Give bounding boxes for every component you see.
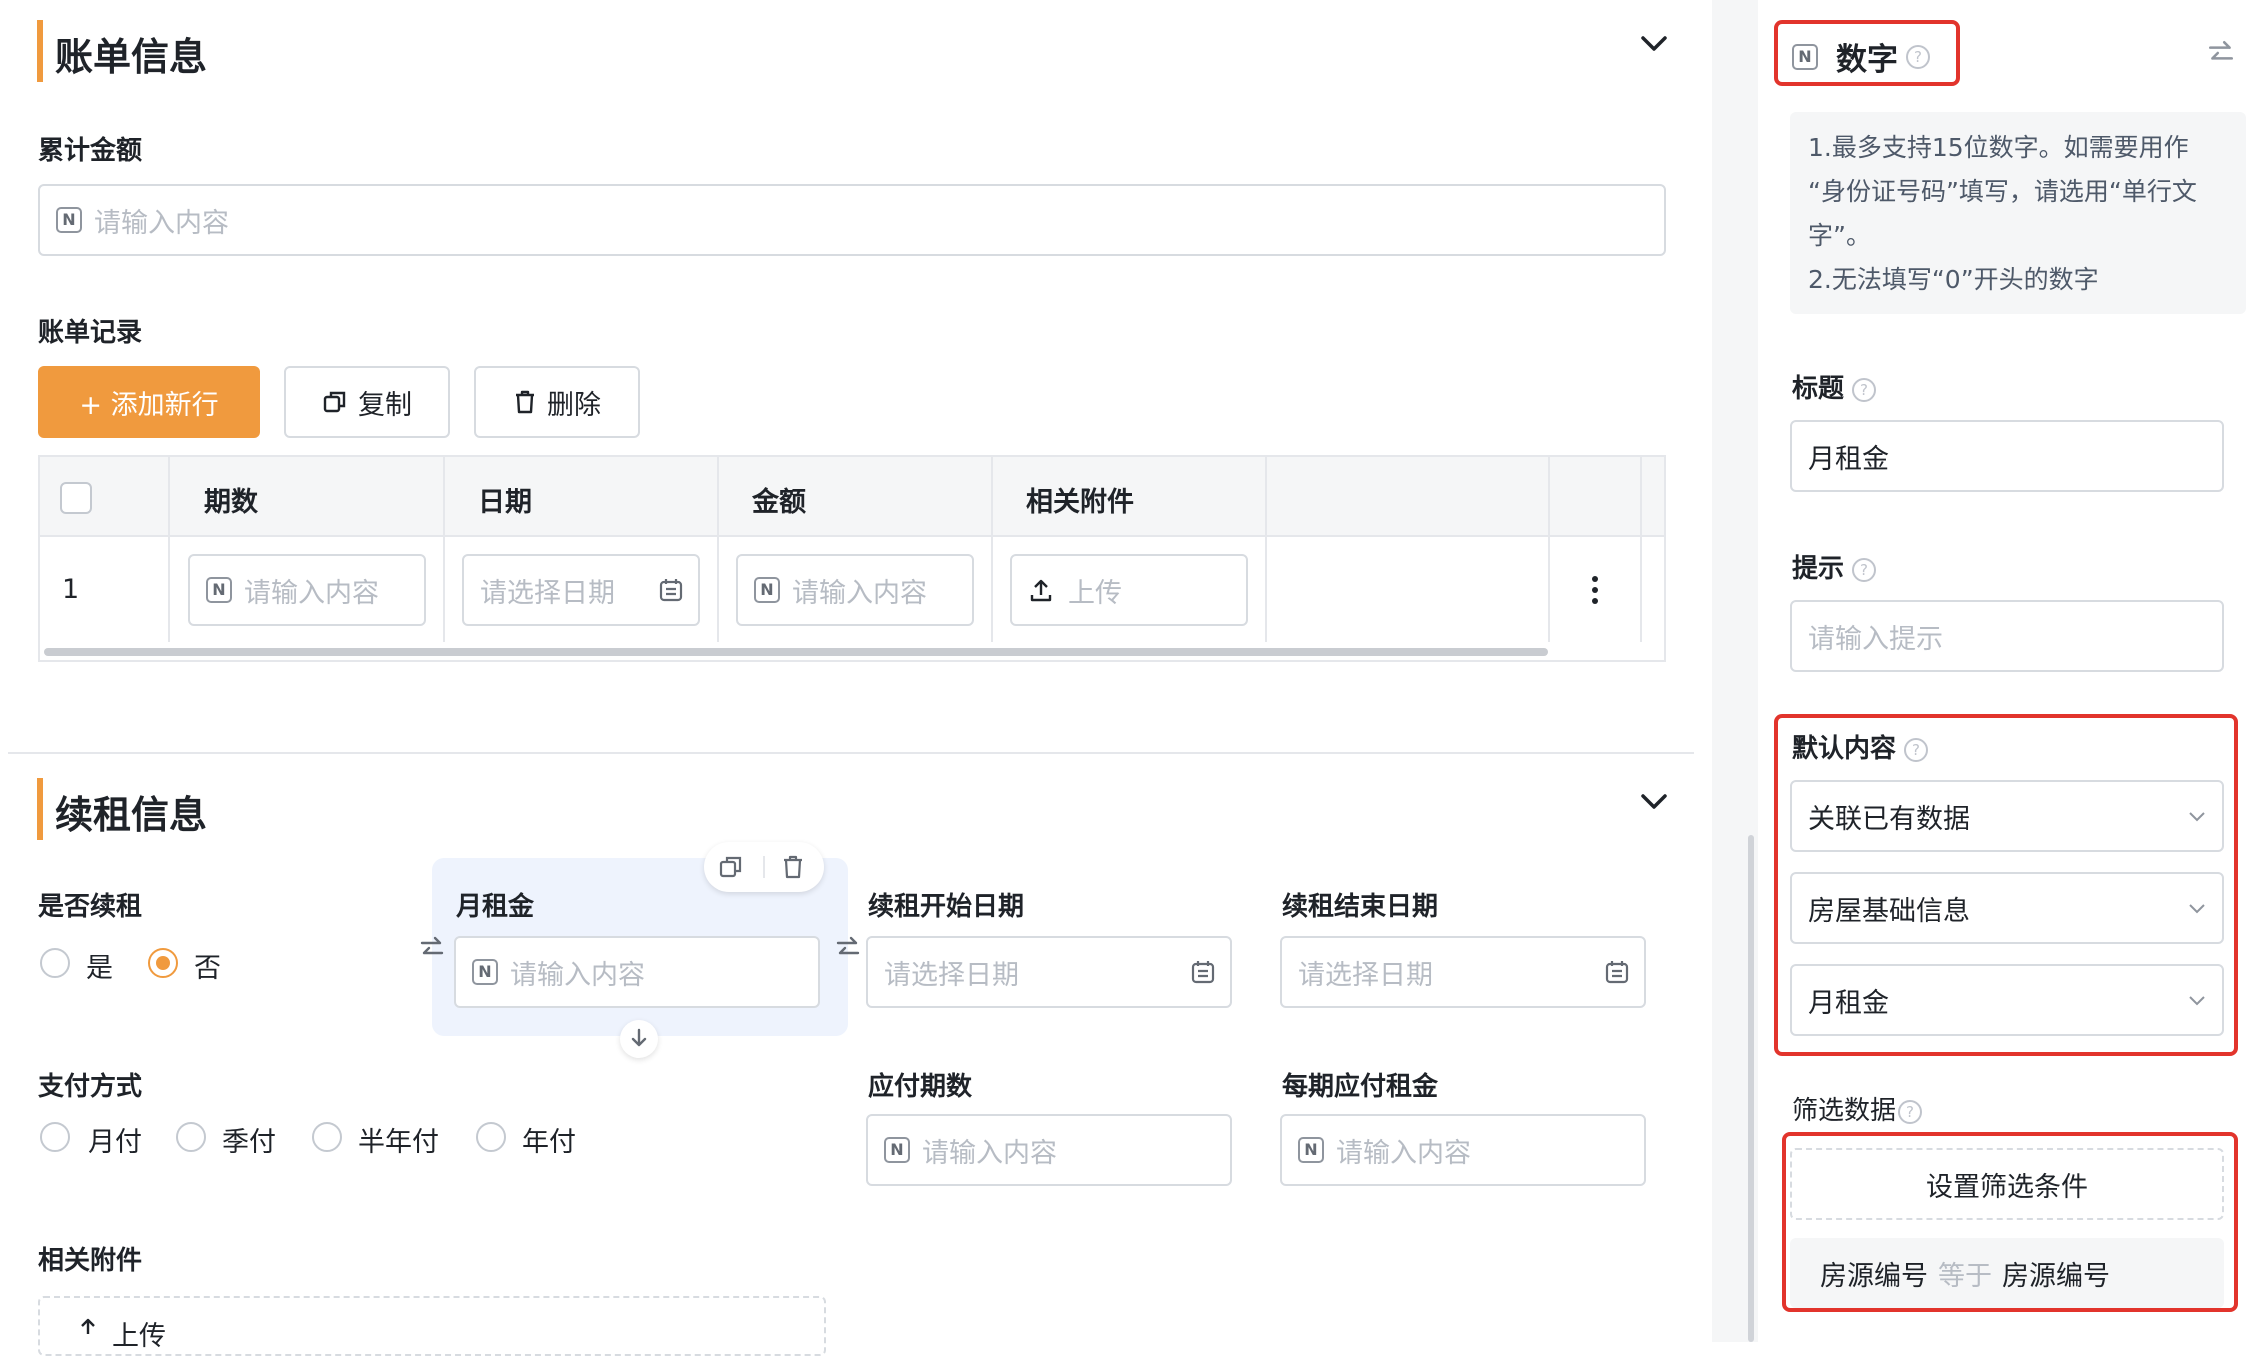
pay-yearly-radio[interactable] (476, 1122, 506, 1152)
pay-quarterly-radio[interactable] (176, 1122, 206, 1152)
renewal-section-title: 续租信息 (55, 793, 208, 837)
number-icon: N (472, 959, 498, 985)
arrow-down-icon (631, 1028, 647, 1047)
set-filter-button[interactable]: 设置筛选条件 (1790, 1148, 2224, 1220)
number-icon: N (754, 577, 780, 603)
row-amount-input[interactable]: N 请输入内容 (736, 554, 974, 626)
header-periods: 期数 (204, 487, 258, 518)
number-icon: N (884, 1137, 910, 1163)
default-form-select[interactable]: 房屋基础信息 (1790, 872, 2224, 944)
number-icon: N (206, 577, 232, 603)
swap-right-icon[interactable] (834, 934, 862, 962)
pay-halfyear-radio[interactable] (312, 1122, 342, 1152)
calendar-icon (1191, 961, 1215, 984)
header-amount: 金额 (752, 487, 806, 518)
payment-method-label: 支付方式 (38, 1072, 143, 1102)
calendar-icon (1605, 961, 1629, 984)
pay-yearly-label: 年付 (522, 1127, 576, 1158)
swap-left-icon[interactable] (418, 934, 446, 962)
default-field-select[interactable]: 月租金 (1790, 964, 2224, 1036)
copy-icon (323, 391, 346, 413)
header-date: 日期 (478, 487, 532, 518)
field-type-header: N 数字 ? (1792, 34, 1930, 79)
due-periods-input[interactable]: N 请输入内容 (866, 1114, 1232, 1186)
renew-start-label: 续租开始日期 (868, 892, 1025, 922)
row-upload-button[interactable]: 上传 (1010, 554, 1248, 626)
per-period-rent-input[interactable]: N 请输入内容 (1280, 1114, 1646, 1186)
upload-icon (1030, 579, 1052, 602)
scrollbar-thumb[interactable] (1748, 835, 1754, 1342)
default-content-label: 默认内容? (1792, 728, 1929, 765)
due-periods-label: 应付期数 (868, 1072, 973, 1102)
help-icon[interactable]: ? (1904, 737, 1929, 762)
row-periods-input[interactable]: N 请输入内容 (188, 554, 426, 626)
trash-icon (516, 390, 534, 414)
upload-icon (81, 1318, 95, 1334)
renew-no-radio[interactable] (148, 948, 178, 978)
add-row-button[interactable]: + 添加新行 (38, 366, 260, 438)
total-amount-label: 累计金额 (38, 136, 143, 166)
attachments-upload-area[interactable]: 上传 (38, 1296, 826, 1356)
copy-button[interactable]: 复制 (284, 366, 450, 438)
attachments-label: 相关附件 (38, 1246, 143, 1276)
renew-end-date-picker[interactable]: 请选择日期 (1280, 936, 1646, 1008)
filter-condition[interactable]: 房源编号 等于 房源编号 (1790, 1238, 2224, 1308)
renew-label: 是否续租 (38, 892, 143, 922)
switch-type-icon[interactable] (2206, 38, 2236, 68)
title-input[interactable]: 月租金 (1790, 420, 2224, 492)
chevron-down-icon (2189, 812, 2205, 822)
hint-input[interactable]: 请输入提示 (1790, 600, 2224, 672)
calendar-icon (659, 579, 683, 602)
trash-icon[interactable] (781, 854, 805, 880)
pay-monthly-radio[interactable] (40, 1122, 70, 1152)
help-icon[interactable]: ? (1898, 1099, 1923, 1124)
pay-monthly-label: 月付 (88, 1127, 142, 1158)
help-icon[interactable]: ? (1852, 557, 1877, 582)
renew-yes-label: 是 (86, 953, 113, 984)
delete-button[interactable]: 删除 (474, 366, 640, 438)
collapse-chevron-icon[interactable] (1636, 784, 1672, 820)
header-attachment: 相关附件 (1026, 487, 1134, 518)
help-icon[interactable]: ? (1852, 377, 1877, 402)
monthly-rent-label: 月租金 (456, 892, 535, 922)
help-icon[interactable]: ? (1906, 44, 1930, 69)
renew-no-label: 否 (194, 953, 221, 984)
section-divider (8, 752, 1694, 754)
per-period-rent-label: 每期应付租金 (1282, 1072, 1439, 1102)
section-accent (37, 778, 43, 840)
number-icon: N (1298, 1137, 1324, 1163)
table-scrollbar[interactable] (44, 648, 1548, 656)
billing-section-title: 账单信息 (55, 35, 208, 79)
number-icon: N (1792, 43, 1818, 70)
collapse-chevron-icon[interactable] (1636, 26, 1672, 62)
hint-setting-label: 提示? (1792, 548, 1877, 585)
pay-halfyear-label: 半年付 (358, 1127, 439, 1158)
row-index: 1 (62, 574, 80, 605)
renew-yes-radio[interactable] (40, 948, 70, 978)
number-icon: N (56, 207, 82, 233)
renew-end-label: 续租结束日期 (1282, 892, 1439, 922)
section-accent (37, 20, 43, 82)
title-setting-label: 标题? (1792, 368, 1877, 405)
bill-records-label: 账单记录 (38, 318, 143, 348)
chevron-down-icon (2189, 996, 2205, 1006)
filter-data-label: 筛选数据? (1792, 1090, 1923, 1127)
pay-quarterly-label: 季付 (222, 1127, 276, 1158)
default-mode-select[interactable]: 关联已有数据 (1790, 780, 2224, 852)
row-date-picker[interactable]: 请选择日期 (462, 554, 700, 626)
monthly-rent-input[interactable]: N 请输入内容 (454, 936, 820, 1008)
chevron-down-icon (2189, 904, 2205, 914)
renew-start-date-picker[interactable]: 请选择日期 (866, 936, 1232, 1008)
select-all-checkbox[interactable] (60, 482, 92, 514)
total-amount-input[interactable]: N 请输入内容 (38, 184, 1666, 256)
duplicate-icon[interactable] (718, 854, 744, 880)
field-type-description: 1.最多支持15位数字。如需要用作 “身份证号码”填写，请选用“单行文 字”。 … (1790, 112, 2246, 314)
table-header-row (40, 457, 1664, 535)
more-actions-icon[interactable] (1583, 572, 1607, 608)
